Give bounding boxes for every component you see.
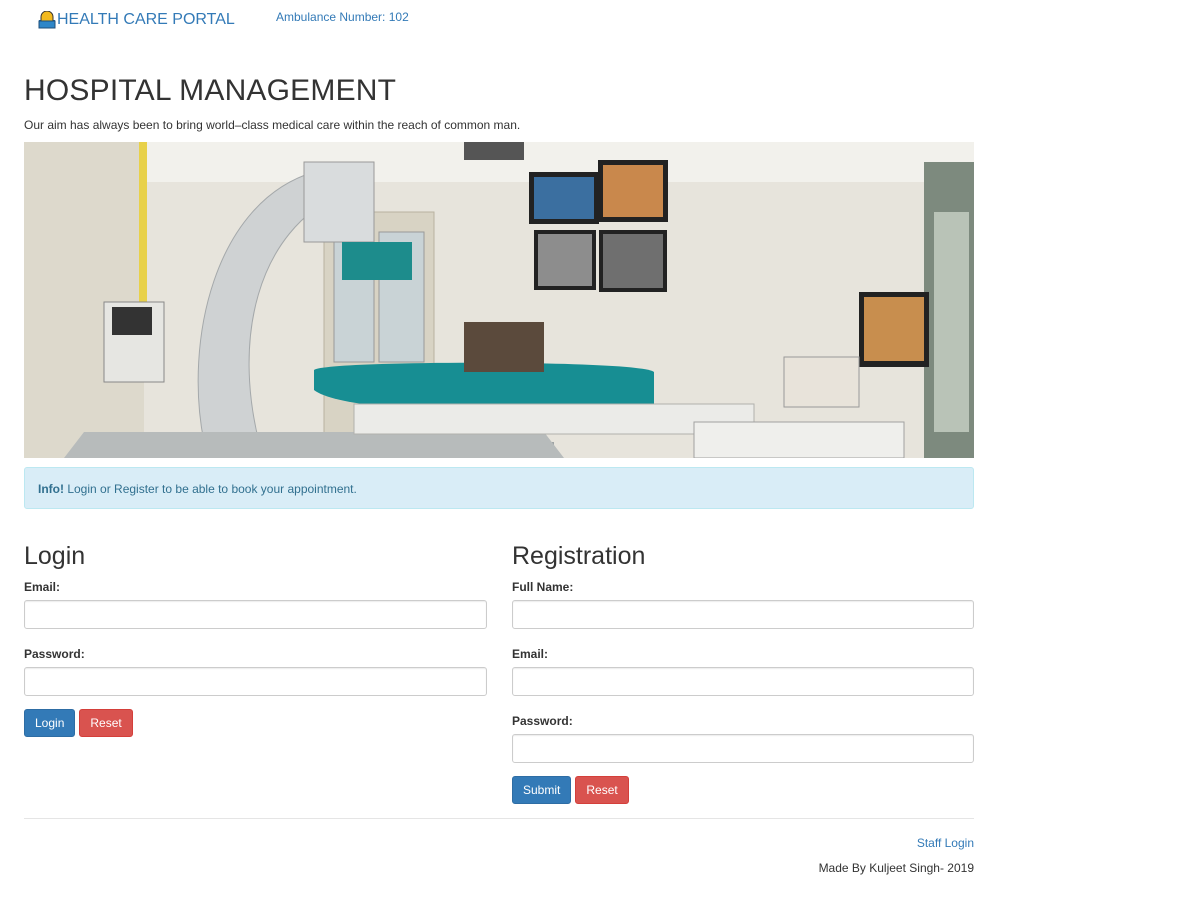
register-button-row: Submit Reset <box>512 776 974 804</box>
tagline: Our aim has always been to bring world–c… <box>24 118 521 132</box>
top-navbar: HEALTH CARE PORTAL Ambulance Number: 102 <box>0 0 1179 40</box>
login-reset-button[interactable]: Reset <box>79 709 133 737</box>
register-password-label: Password: <box>512 714 573 728</box>
hospital-logo-icon <box>38 10 56 29</box>
footer-divider <box>24 818 974 819</box>
info-alert: Info! Login or Register to be able to bo… <box>24 467 974 509</box>
login-panel: Login Email: Password: Login Reset <box>24 540 487 737</box>
login-password-label: Password: <box>24 647 85 661</box>
hero-image-operating-room <box>24 142 974 458</box>
registration-panel: Registration Full Name: Email: Password:… <box>512 540 974 804</box>
brand-label: HEALTH CARE PORTAL <box>57 11 235 28</box>
login-heading: Login <box>24 542 86 570</box>
register-name-input[interactable] <box>512 600 974 629</box>
register-submit-button[interactable]: Submit <box>512 776 572 804</box>
staff-login-link[interactable]: Staff Login <box>917 836 974 850</box>
info-alert-strong: Info! <box>38 482 64 496</box>
register-reset-button[interactable]: Reset <box>575 776 629 804</box>
login-email-label: Email: <box>24 580 61 594</box>
brand-link[interactable]: HEALTH CARE PORTAL <box>38 10 235 29</box>
page-title: HOSPITAL MANAGEMENT <box>24 74 397 107</box>
register-password-input[interactable] <box>512 734 974 763</box>
info-alert-text: Login or Register to be able to book you… <box>64 482 357 496</box>
login-email-input[interactable] <box>24 600 487 629</box>
login-password-input[interactable] <box>24 667 487 696</box>
login-button[interactable]: Login <box>24 709 76 737</box>
register-email-label: Email: <box>512 647 549 661</box>
registration-heading: Registration <box>512 542 646 570</box>
footer-credit: Made By Kuljeet Singh- 2019 <box>818 861 974 875</box>
register-email-input[interactable] <box>512 667 974 696</box>
login-button-row: Login Reset <box>24 709 487 737</box>
ambulance-number-link[interactable]: Ambulance Number: 102 <box>276 10 409 24</box>
register-name-label: Full Name: <box>512 580 574 594</box>
